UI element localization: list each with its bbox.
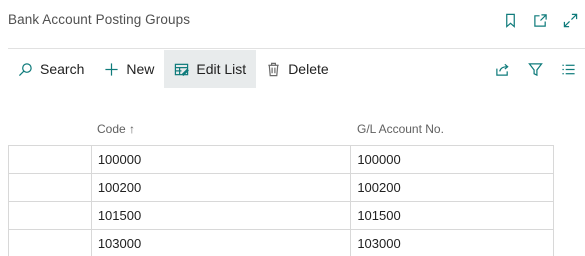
trash-icon (268, 62, 279, 76)
cell-code[interactable]: 100200 (90, 173, 352, 202)
table-row[interactable]: 100000 100000 (8, 145, 554, 174)
action-bar-right (486, 50, 585, 88)
search-label: Search (40, 61, 85, 77)
header-actions (495, 6, 585, 34)
new-button[interactable]: New (94, 50, 164, 88)
page-title: Bank Account Posting Groups (8, 12, 191, 27)
row-selector[interactable] (8, 145, 92, 174)
column-header-code-label: Code (97, 122, 126, 136)
share-icon[interactable] (486, 50, 519, 88)
action-bar: Search New Edit List Delete (8, 50, 339, 88)
cell-gl-account[interactable]: 103000 (350, 229, 554, 256)
bookmark-icon[interactable] (495, 6, 525, 34)
data-grid: 100000 100000 100200 100200 101500 10150… (8, 145, 554, 256)
column-header-gl-account[interactable]: G/L Account No. (357, 122, 444, 136)
new-label: New (126, 61, 155, 77)
column-header-code[interactable]: Code ↑ (97, 122, 135, 136)
search-button[interactable]: Search (8, 50, 94, 88)
search-icon (18, 62, 32, 76)
row-selector[interactable] (8, 229, 92, 256)
edit-list-icon (175, 63, 190, 76)
table-row[interactable]: 103000 103000 (8, 229, 554, 256)
cell-code[interactable]: 100000 (90, 145, 352, 174)
table-row[interactable]: 101500 101500 (8, 201, 554, 230)
cell-gl-account[interactable]: 100200 (350, 173, 554, 202)
open-in-new-window-icon[interactable] (525, 6, 555, 34)
delete-label: Delete (288, 61, 329, 77)
sort-ascending-icon: ↑ (129, 122, 136, 136)
cell-gl-account[interactable]: 100000 (350, 145, 554, 174)
delete-button[interactable]: Delete (256, 50, 338, 88)
row-selector[interactable] (8, 173, 92, 202)
filter-icon[interactable] (519, 50, 552, 88)
expand-icon[interactable] (555, 6, 585, 34)
edit-list-button[interactable]: Edit List (164, 50, 257, 88)
cell-code[interactable]: 101500 (90, 201, 352, 230)
table-row[interactable]: 100200 100200 (8, 173, 554, 202)
cell-gl-account[interactable]: 101500 (350, 201, 554, 230)
header-divider (8, 48, 585, 49)
row-selector[interactable] (8, 201, 92, 230)
list-view-icon[interactable] (552, 50, 585, 88)
edit-list-label: Edit List (196, 61, 247, 77)
plus-icon (105, 62, 118, 76)
cell-code[interactable]: 103000 (90, 229, 352, 256)
